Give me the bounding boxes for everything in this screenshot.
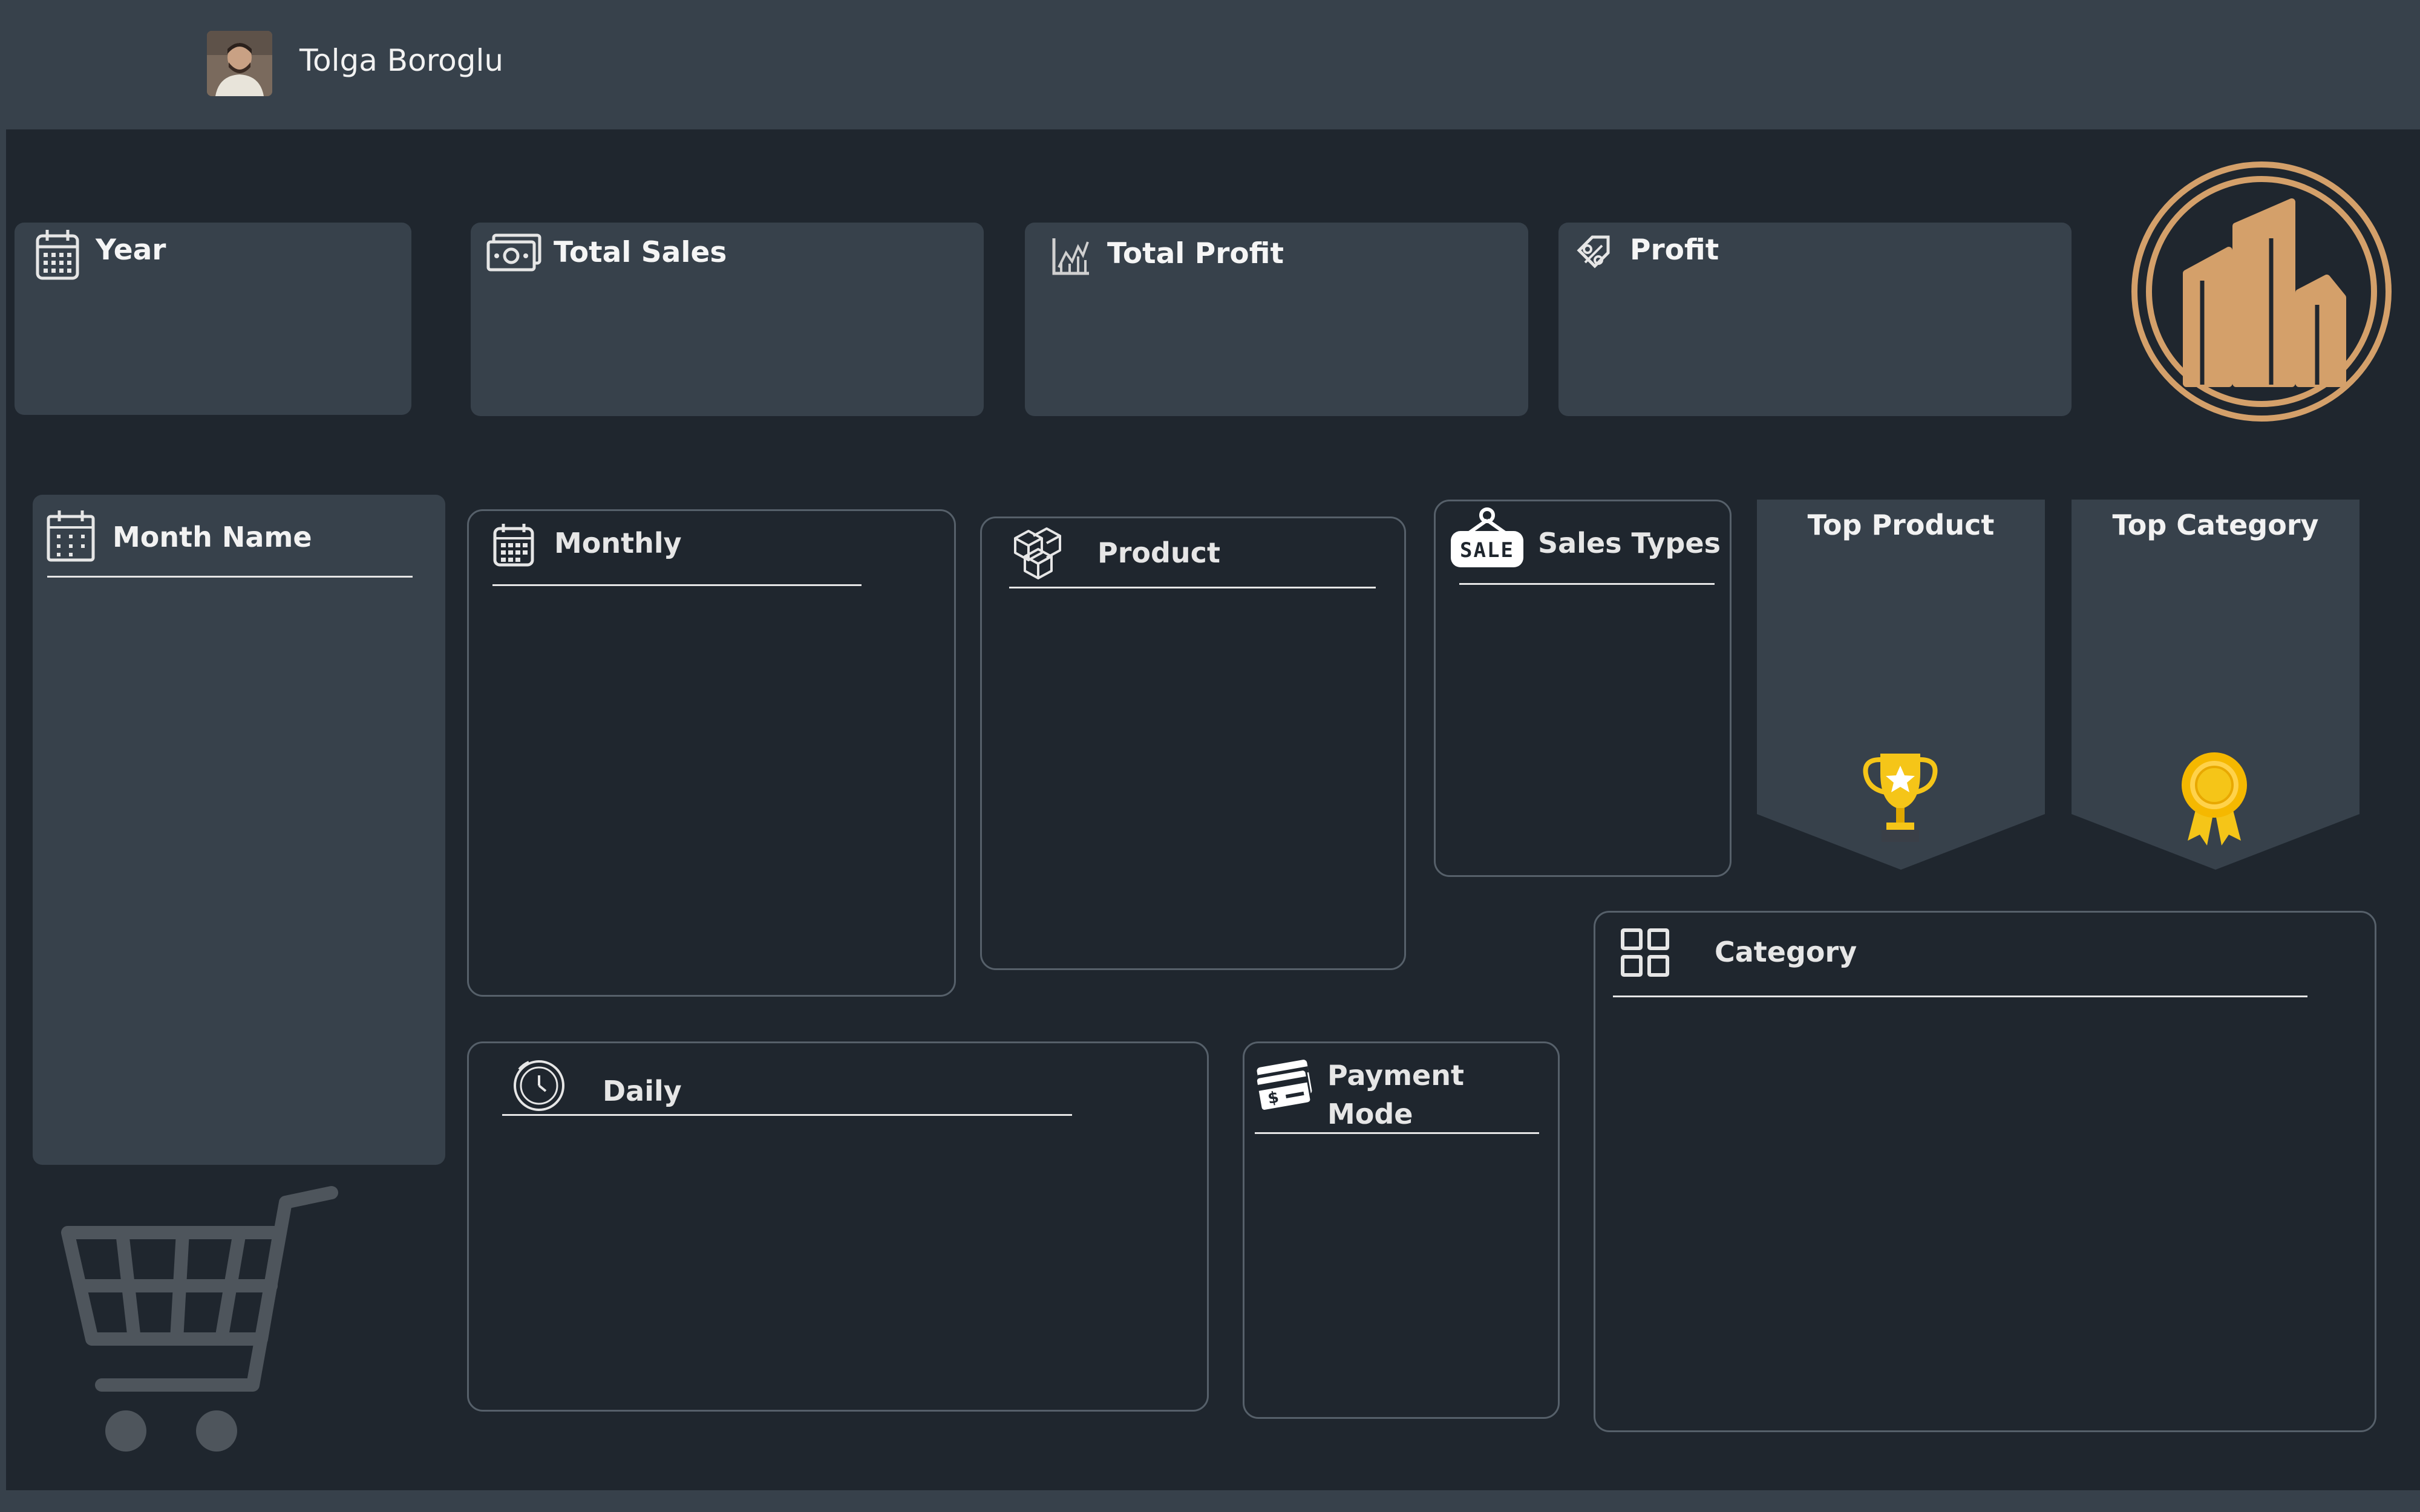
sale-tag-icon: SALE: [1448, 507, 1526, 570]
daily-divider: [502, 1114, 1072, 1116]
daily-title: Daily: [603, 1075, 682, 1107]
payment-mode-divider: [1255, 1132, 1539, 1134]
grid-icon: [1621, 928, 1669, 977]
category-divider: [1613, 996, 2307, 997]
sales-types-title: Sales Types: [1538, 527, 1721, 559]
boxes-icon: [1014, 527, 1061, 579]
monthly-title: Monthly: [554, 527, 682, 559]
kpi-profit-label: Profit: [1630, 233, 1719, 267]
sale-tag-text: SALE: [1460, 538, 1514, 562]
calendar-icon: [493, 524, 534, 567]
kpi-card-total-sales[interactable]: [471, 223, 984, 416]
building-logo-icon: [2131, 161, 2392, 422]
month-name-divider: [47, 576, 413, 578]
month-name-panel[interactable]: [33, 495, 445, 1165]
product-title: Product: [1097, 536, 1220, 569]
credit-card-icon: $: [1255, 1060, 1312, 1112]
line-chart-icon: [1052, 238, 1089, 275]
calendar-icon: [36, 230, 79, 280]
kpi-total-profit-label: Total Profit: [1107, 237, 1284, 270]
product-panel[interactable]: [980, 516, 1406, 970]
kpi-total-sales-label: Total Sales: [554, 236, 727, 269]
avatar[interactable]: [207, 31, 272, 96]
payment-mode-title-line1: Payment: [1327, 1059, 1464, 1092]
calendar-icon: [47, 510, 95, 562]
user-name[interactable]: Tolga Boroglu: [299, 39, 503, 82]
award-ribbon-icon: [2182, 752, 2247, 846]
month-name-title: Month Name: [113, 521, 312, 553]
kpi-year-label: Year: [96, 233, 166, 267]
stopwatch-icon: [514, 1060, 564, 1111]
product-divider: [1009, 587, 1376, 588]
sales-types-divider: [1459, 583, 1715, 585]
payment-mode-title-line2: Mode: [1327, 1098, 1413, 1130]
trophy-icon: [1863, 754, 1938, 842]
daily-panel[interactable]: [467, 1041, 1209, 1412]
top-product-title: Top Product: [1807, 509, 1995, 541]
monthly-panel[interactable]: [467, 509, 956, 997]
shopping-cart-icon: [61, 1186, 338, 1452]
cash-icon: [486, 233, 541, 272]
monthly-divider: [492, 584, 862, 586]
category-title: Category: [1715, 936, 1857, 968]
percent-tag-icon: [1577, 235, 1610, 269]
category-panel[interactable]: [1594, 911, 2376, 1432]
top-category-title: Top Category: [2112, 509, 2319, 541]
